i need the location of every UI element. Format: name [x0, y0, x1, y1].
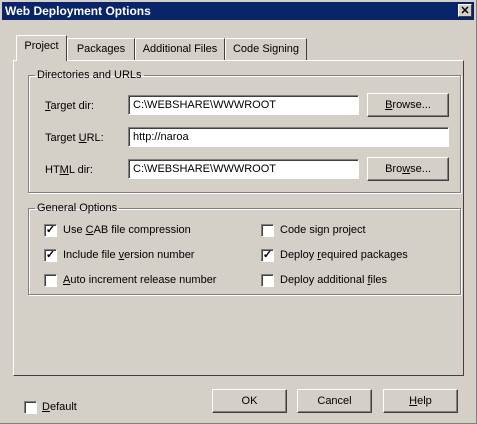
tab-label: Code Signing	[232, 43, 300, 55]
code-sign-checkbox[interactable]	[261, 224, 274, 237]
ok-button[interactable]: OK	[212, 389, 287, 413]
html-dir-label: HTML dir:	[45, 164, 93, 176]
deploy-additional-checkbox[interactable]	[261, 274, 274, 287]
cancel-label: Cancel	[317, 395, 352, 407]
check-icon: ✓	[262, 249, 273, 261]
browse-target-dir-button[interactable]: Browse...	[367, 93, 449, 117]
auto-increment-checkbox[interactable]	[44, 274, 57, 287]
tab-label: Project	[24, 40, 59, 52]
directories-legend: Directories and URLs	[37, 69, 142, 81]
default-checkbox[interactable]	[24, 401, 37, 414]
target-url-value: http://naroa	[133, 131, 189, 143]
help-button[interactable]: Help	[383, 389, 458, 413]
html-dir-field[interactable]: C:\WEBSHARE\WWWROOT	[128, 159, 359, 179]
target-dir-label: Target dir:	[45, 100, 94, 112]
tab-project[interactable]: Project	[16, 35, 67, 61]
tab-label: Additional Files	[142, 43, 218, 55]
deploy-required-label: Deploy required packages	[280, 249, 408, 261]
target-url-field[interactable]: http://naroa	[128, 127, 449, 147]
default-label: Default	[42, 401, 77, 413]
dialog-window: Web Deployment Options ✕ Project Package…	[0, 0, 477, 424]
browse-html-dir-button[interactable]: Browse...	[367, 157, 449, 181]
tab-label: Packages	[76, 43, 126, 55]
target-url-label: Target URL:	[45, 132, 104, 144]
general-options-legend: General Options	[37, 202, 118, 214]
tab-code-signing[interactable]: Code Signing	[225, 38, 307, 60]
cab-compression-checkbox[interactable]: ✓	[44, 224, 57, 237]
target-dir-value: C:\WEBSHARE\WWWROOT	[133, 99, 276, 111]
deploy-additional-label: Deploy additional files	[280, 274, 388, 286]
code-sign-label: Code sign project	[280, 224, 366, 236]
title-bar: Web Deployment Options ✕	[2, 2, 474, 20]
cab-compression-label: Use CAB file compression	[63, 224, 191, 236]
check-icon: ✓	[45, 224, 56, 236]
ok-label: OK	[241, 395, 258, 407]
deploy-required-checkbox[interactable]: ✓	[261, 249, 274, 262]
check-icon: ✓	[45, 249, 56, 261]
file-version-label: Include file version number	[63, 249, 195, 261]
file-version-checkbox[interactable]: ✓	[44, 249, 57, 262]
tab-packages[interactable]: Packages	[67, 38, 135, 60]
close-icon: ✕	[460, 5, 470, 17]
tab-additional-files[interactable]: Additional Files	[135, 38, 225, 60]
auto-increment-label: Auto increment release number	[63, 274, 217, 286]
cancel-button[interactable]: Cancel	[297, 389, 372, 413]
target-dir-field[interactable]: C:\WEBSHARE\WWWROOT	[128, 95, 359, 115]
close-button[interactable]: ✕	[458, 4, 472, 17]
window-title: Web Deployment Options	[5, 4, 151, 18]
html-dir-value: C:\WEBSHARE\WWWROOT	[133, 163, 276, 175]
